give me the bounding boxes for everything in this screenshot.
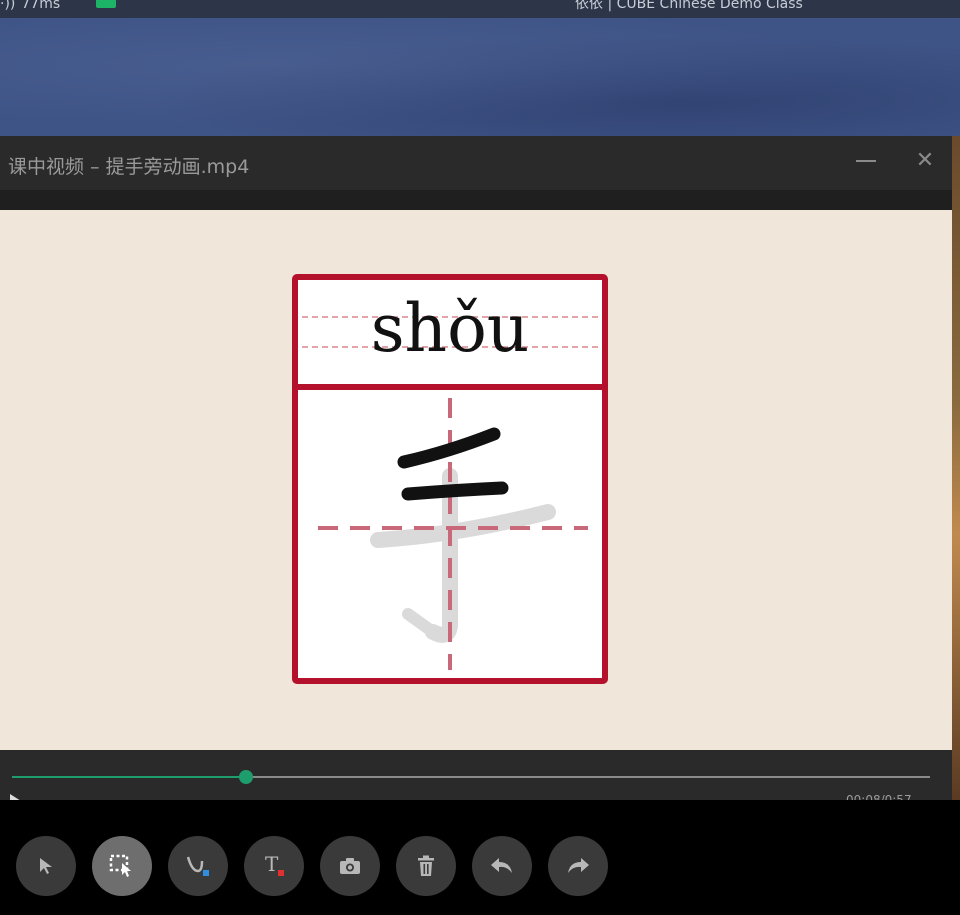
screenshot-tool-button[interactable] [320,836,380,896]
annotation-toolbar: T [0,800,960,915]
redo-icon [568,858,589,873]
progress-handle[interactable] [239,770,254,784]
text-tool-button[interactable]: T [244,836,304,896]
camera-icon [340,858,360,874]
trash-icon [418,855,434,876]
written-stroke-2 [401,481,509,501]
progress-fill [12,776,247,778]
pinyin-box: shǒu [298,280,602,390]
minimize-icon[interactable] [856,160,876,162]
guide-stroke-vertical-hook [425,468,458,643]
player-controls: 00:08/0:57 [0,750,952,808]
undo-tool-button[interactable] [472,836,532,896]
latency-label: 77ms [21,0,61,12]
undo-icon [491,858,512,873]
progress-bar[interactable] [12,770,930,784]
video-title: 课中视频 – 提手旁动画.mp4 [8,156,250,178]
guide-stroke-hook [402,608,439,638]
video-frame[interactable]: shǒu [0,210,952,750]
pen-tool-button[interactable] [168,836,228,896]
character-stroke-animation [318,398,588,670]
signal-icon: ·)) [0,0,16,12]
character-grid [298,390,602,678]
video-player-window: 课中视频 – 提手旁动画.mp4 ✕ shǒu [0,136,952,808]
status-bar: ·)) 77ms 依依 | CUBE Chinese Demo Class [0,0,960,18]
delete-tool-button[interactable] [396,836,456,896]
latency-indicator: ·)) 77ms [0,0,60,11]
pointer-tool-button[interactable] [16,836,76,896]
text-color-swatch [278,870,284,876]
redo-tool-button[interactable] [548,836,608,896]
close-icon[interactable]: ✕ [914,150,936,172]
text-icon: T [265,853,284,876]
classroom-background [0,18,960,136]
character-card: shǒu [292,274,608,684]
cursor-icon [40,858,52,874]
player-header: 课中视频 – 提手旁动画.mp4 ✕ [0,136,952,190]
marquee-select-icon [109,854,131,877]
player-divider [0,190,952,210]
pen-icon [186,856,209,876]
class-title: 依依 | CUBE Chinese Demo Class [575,0,803,12]
select-tool-button[interactable] [92,836,152,896]
background-edge [952,136,960,800]
camera-status-icon[interactable] [96,0,116,8]
pinyin-text: shǒu [370,290,530,367]
pen-color-swatch [203,870,209,876]
svg-text:T: T [265,853,279,876]
